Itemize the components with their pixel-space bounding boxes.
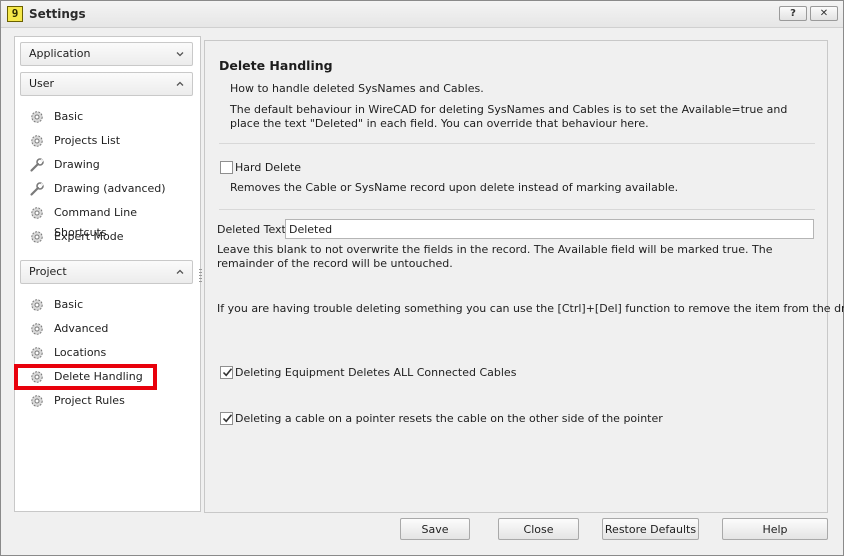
save-button[interactable]: Save [400, 518, 470, 540]
group-label: Project [29, 265, 67, 278]
group-header-user[interactable]: User [20, 72, 193, 96]
chevron-up-icon [176, 268, 184, 276]
default-behaviour-text: The default behaviour in WireCAD for del… [230, 103, 788, 130]
settings-nav-sidebar: Application User Basic Projects List Dra… [14, 36, 201, 512]
delete-handling-panel: Delete Handling How to handle deleted Sy… [204, 40, 844, 513]
hard-delete-description: Removes the Cable or SysName record upon… [230, 181, 679, 194]
wrench-icon [29, 157, 45, 173]
title-help-button[interactable]: ? [779, 6, 807, 21]
window-title: Settings [29, 7, 86, 21]
deleted-text-label: Deleted Text [217, 223, 286, 236]
wrench-icon [29, 181, 45, 197]
gear-icon [29, 345, 45, 361]
group-label: User [29, 77, 55, 90]
page-title: Delete Handling [219, 58, 333, 73]
sidebar-item-label: Drawing [54, 158, 100, 171]
gear-icon [29, 205, 45, 221]
sidebar-item-label: Advanced [54, 322, 109, 335]
chevron-up-icon [176, 80, 184, 88]
sidebar-item-advanced[interactable]: Advanced [25, 319, 193, 339]
equipment-cascade-checkbox[interactable] [220, 366, 233, 379]
gear-icon [29, 321, 45, 337]
checkmark-icon [222, 414, 233, 423]
hard-delete-label: Hard Delete [235, 161, 301, 174]
sidebar-item-expert-mode[interactable]: Expert Mode [25, 227, 193, 247]
restore-defaults-button[interactable]: Restore Defaults [602, 518, 699, 540]
intro-text: How to handle deleted SysNames and Cable… [230, 82, 484, 95]
equipment-cascade-label: Deleting Equipment Deletes ALL Connected… [235, 366, 517, 379]
gear-icon [29, 393, 45, 409]
group-header-application[interactable]: Application [20, 42, 193, 66]
sidebar-item-user-basic[interactable]: Basic [25, 107, 193, 127]
checkmark-icon [222, 368, 233, 377]
sidebar-item-label: Projects List [54, 134, 121, 147]
splitter-handle[interactable] [199, 269, 202, 283]
close-button[interactable]: Close [498, 518, 579, 540]
sidebar-item-label: Project Rules [54, 394, 125, 407]
help-button[interactable]: Help [722, 518, 828, 540]
sidebar-item-projects-list[interactable]: Projects List [25, 131, 193, 151]
title-close-button[interactable]: ✕ [810, 6, 838, 21]
sidebar-item-delete-handling[interactable]: Delete Handling [25, 367, 193, 387]
sidebar-item-command-line-shortcuts[interactable]: Command Line Shortcuts [25, 203, 193, 239]
sidebar-item-label: Delete Handling [54, 370, 143, 383]
sidebar-item-drawing[interactable]: Drawing [25, 155, 193, 175]
gear-icon [29, 369, 45, 385]
sidebar-item-label: Expert Mode [54, 230, 124, 243]
divider [219, 143, 815, 144]
group-label: Application [29, 47, 91, 60]
gear-icon [29, 297, 45, 313]
deleted-text-description: Leave this blank to not overwrite the fi… [217, 243, 773, 270]
sidebar-item-label: Locations [54, 346, 107, 359]
group-header-project[interactable]: Project [20, 260, 193, 284]
sidebar-item-project-basic[interactable]: Basic [25, 295, 193, 315]
sidebar-item-project-rules[interactable]: Project Rules [25, 391, 193, 411]
title-bar: 9 Settings ? ✕ [1, 1, 843, 28]
sidebar-item-drawing-advanced[interactable]: Drawing (advanced) [25, 179, 193, 199]
divider [219, 209, 815, 210]
sidebar-item-locations[interactable]: Locations [25, 343, 193, 363]
settings-window: 9 Settings ? ✕ Application User Basic Pr… [0, 0, 844, 556]
pointer-reset-label: Deleting a cable on a pointer resets the… [235, 412, 663, 425]
hard-delete-checkbox[interactable] [220, 161, 233, 174]
sidebar-item-label: Basic [54, 298, 84, 311]
gear-icon [29, 133, 45, 149]
sidebar-item-label: Drawing (advanced) [54, 182, 166, 195]
app-logo-icon: 9 [7, 6, 23, 22]
sidebar-item-label: Basic [54, 110, 84, 123]
gear-icon [29, 109, 45, 125]
trouble-note-text: If you are having trouble deleting somet… [217, 302, 844, 315]
chevron-down-icon [176, 50, 184, 58]
deleted-text-input[interactable] [285, 219, 814, 239]
pointer-reset-checkbox[interactable] [220, 412, 233, 425]
gear-icon [29, 229, 45, 245]
